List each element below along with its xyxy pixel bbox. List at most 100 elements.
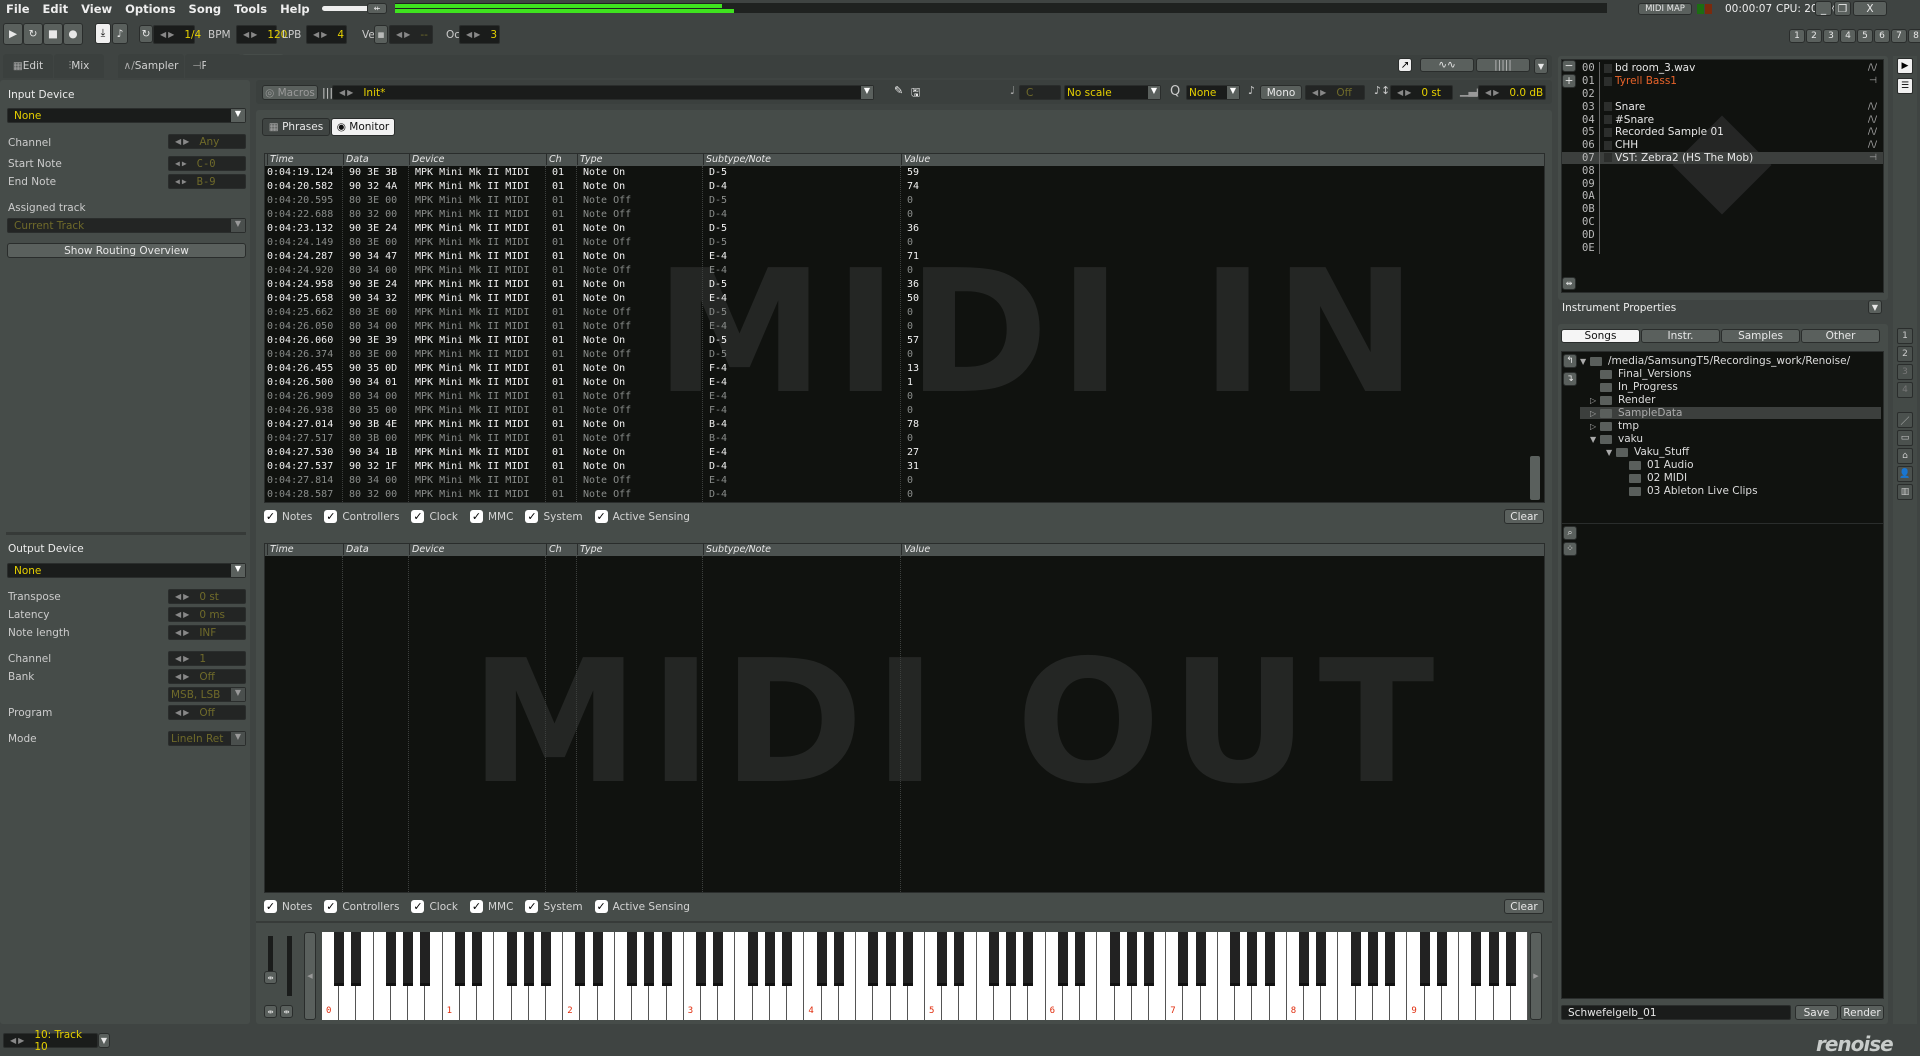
- instrument-row[interactable]: 08: [1562, 164, 1883, 178]
- black-key[interactable]: [1264, 932, 1275, 986]
- checkbox-checked-icon[interactable]: ✓: [525, 510, 539, 523]
- column-header-ch[interactable]: Ch: [546, 154, 562, 165]
- follow-icon[interactable]: ⤓: [95, 23, 111, 44]
- filter-clock[interactable]: ✓ Clock: [411, 900, 458, 913]
- column-header-device[interactable]: Device: [409, 544, 445, 555]
- start-note-field[interactable]: ◀▶ C-0: [168, 156, 246, 171]
- menu-edit[interactable]: Edit: [43, 2, 69, 16]
- save-button[interactable]: Save: [1795, 1005, 1838, 1020]
- black-key[interactable]: [816, 932, 827, 986]
- column-header-type[interactable]: Type: [577, 154, 602, 165]
- slot-3-icon[interactable]: 3: [1897, 364, 1913, 380]
- instrument-row[interactable]: 0E: [1562, 241, 1883, 254]
- table-row[interactable]: 0:04:24.149 80 3E 00 MPK Mini Mk II MIDI 01…: [265, 237, 1544, 251]
- pencil-icon[interactable]: ／: [1897, 412, 1913, 428]
- key-select[interactable]: C: [1019, 85, 1061, 100]
- quantize-select[interactable]: None ▼: [1186, 85, 1240, 100]
- column-header-subtype-note[interactable]: Subtype/Note: [703, 544, 771, 555]
- master-volume-slider[interactable]: [322, 6, 370, 11]
- checkbox-checked-icon[interactable]: ✓: [411, 510, 425, 523]
- end-note-field[interactable]: ◀▶ B-9: [168, 174, 246, 189]
- checkbox-checked-icon[interactable]: ✓: [594, 510, 608, 523]
- external-editor-icon[interactable]: ↗: [1398, 58, 1412, 72]
- edit-icon[interactable]: ✎: [894, 84, 903, 97]
- table-row[interactable]: 0:04:24.958 90 3E 24 MPK Mini Mk II MIDI 01…: [265, 279, 1544, 293]
- phrase-preset-select[interactable]: ◀▶ Init* ▼: [332, 85, 874, 100]
- waveform-view-button[interactable]: ∿∿: [1420, 58, 1474, 72]
- instrument-row[interactable]: 03 Snare /\/: [1562, 100, 1883, 114]
- black-key[interactable]: [988, 932, 999, 986]
- column-header-subtype-note[interactable]: Subtype/Note: [703, 154, 771, 165]
- black-key[interactable]: [937, 932, 948, 986]
- black-key[interactable]: [575, 932, 586, 986]
- lpb-field[interactable]: ◀▶ 4: [306, 25, 347, 44]
- table-row[interactable]: 0:04:20.582 90 32 4A MPK Mini Mk II MIDI 01…: [265, 181, 1544, 195]
- keyboard-scroll-right[interactable]: ▶: [1530, 932, 1542, 1020]
- table-row[interactable]: 0:04:23.132 90 3E 24 MPK Mini Mk II MIDI 01…: [265, 223, 1544, 237]
- tab-other[interactable]: Other: [1801, 329, 1880, 343]
- black-key[interactable]: [403, 932, 414, 986]
- track-slot-2[interactable]: 2: [1806, 29, 1822, 43]
- instrument-row[interactable]: 0B: [1562, 202, 1883, 216]
- instrument-row[interactable]: 01 Tyrell Bass1 ⊣: [1562, 74, 1883, 88]
- black-key[interactable]: [782, 932, 793, 986]
- black-key[interactable]: [540, 932, 551, 986]
- black-key[interactable]: [1505, 932, 1516, 986]
- folder-item[interactable]: ▼ vaku: [1590, 433, 1643, 445]
- black-key[interactable]: [385, 932, 396, 986]
- instrument-properties-dropdown[interactable]: ▼: [1868, 300, 1882, 314]
- track-slot-4[interactable]: 4: [1840, 29, 1856, 43]
- add-instrument-button[interactable]: +: [1562, 74, 1576, 88]
- black-key[interactable]: [902, 932, 913, 986]
- black-key[interactable]: [661, 932, 672, 986]
- table-row[interactable]: 0:04:28.587 80 32 00 MPK Mini Mk II MIDI 01…: [265, 489, 1544, 502]
- reset-icon[interactable]: ⇹: [264, 971, 277, 984]
- input-device-select[interactable]: None ▼: [7, 108, 246, 123]
- black-key[interactable]: [764, 932, 775, 986]
- tab-phrases[interactable]: ▦ Phrases: [262, 118, 330, 136]
- filter-system[interactable]: ✓ System: [525, 900, 583, 913]
- clear-in-button[interactable]: Clear: [1504, 509, 1544, 524]
- tab-monitor[interactable]: ◉ Monitor: [331, 118, 395, 136]
- track-slot-6[interactable]: 6: [1874, 29, 1890, 43]
- table-row[interactable]: 0:04:19.124 90 3E 3B MPK Mini Mk II MIDI 01…: [265, 167, 1544, 181]
- column-header-value[interactable]: Value: [901, 544, 930, 555]
- clear-out-button[interactable]: Clear: [1504, 899, 1544, 914]
- home-icon[interactable]: ⌂: [1897, 448, 1913, 464]
- preview-icon[interactable]: ⁘: [1563, 542, 1577, 556]
- assigned-track-select[interactable]: Current Track ▼: [7, 218, 246, 233]
- save-icon[interactable]: 🖫: [911, 84, 920, 103]
- checkbox-checked-icon[interactable]: ✓: [324, 900, 338, 913]
- black-key[interactable]: [420, 932, 431, 986]
- slot-4-icon[interactable]: 4: [1897, 382, 1913, 398]
- minimize-button[interactable]: _: [1815, 1, 1832, 16]
- octave-field[interactable]: ◀▶ 3: [459, 25, 500, 44]
- black-key[interactable]: [1057, 932, 1068, 986]
- into-folder-button[interactable]: ↴: [1563, 372, 1577, 386]
- menu-file[interactable]: File: [6, 2, 30, 16]
- tab-sampler[interactable]: ∧/ Sampler: [118, 54, 184, 78]
- folder-item[interactable]: ▷ SampleData: [1580, 407, 1881, 419]
- black-key[interactable]: [1488, 932, 1499, 986]
- black-key[interactable]: [1247, 932, 1258, 986]
- reset-icon[interactable]: ⇹: [264, 1005, 277, 1018]
- black-key[interactable]: [868, 932, 879, 986]
- table-row[interactable]: 0:04:26.374 80 3E 00 MPK Mini Mk II MIDI 01…: [265, 349, 1544, 363]
- bpm-field[interactable]: ◀▶ 120: [236, 25, 287, 44]
- checkbox-checked-icon[interactable]: ✓: [324, 510, 338, 523]
- list-icon[interactable]: ☰: [1897, 78, 1913, 94]
- bars-icon[interactable]: ▥: [1897, 484, 1913, 500]
- slot-1-icon[interactable]: 1: [1897, 328, 1913, 344]
- menu-tools[interactable]: Tools: [234, 2, 267, 16]
- table-row[interactable]: 0:04:25.658 90 34 32 MPK Mini Mk II MIDI 01…: [265, 293, 1544, 307]
- keyboard-scroll-left[interactable]: ◀: [304, 932, 316, 1020]
- black-key[interactable]: [1299, 932, 1310, 986]
- transpose-field[interactable]: ◀▶ 0 st: [168, 589, 246, 604]
- macros-button[interactable]: ◎ Macros: [262, 85, 318, 100]
- metronome-icon[interactable]: ♪: [112, 23, 128, 44]
- pattern-step-field[interactable]: ◀▶ 1/4: [153, 25, 201, 44]
- checkbox-checked-icon[interactable]: ✓: [264, 510, 277, 523]
- table-row[interactable]: 0:04:25.662 80 3E 00 MPK Mini Mk II MIDI 01…: [265, 307, 1544, 321]
- filter-clock[interactable]: ✓ Clock: [411, 510, 458, 523]
- black-key[interactable]: [1436, 932, 1447, 986]
